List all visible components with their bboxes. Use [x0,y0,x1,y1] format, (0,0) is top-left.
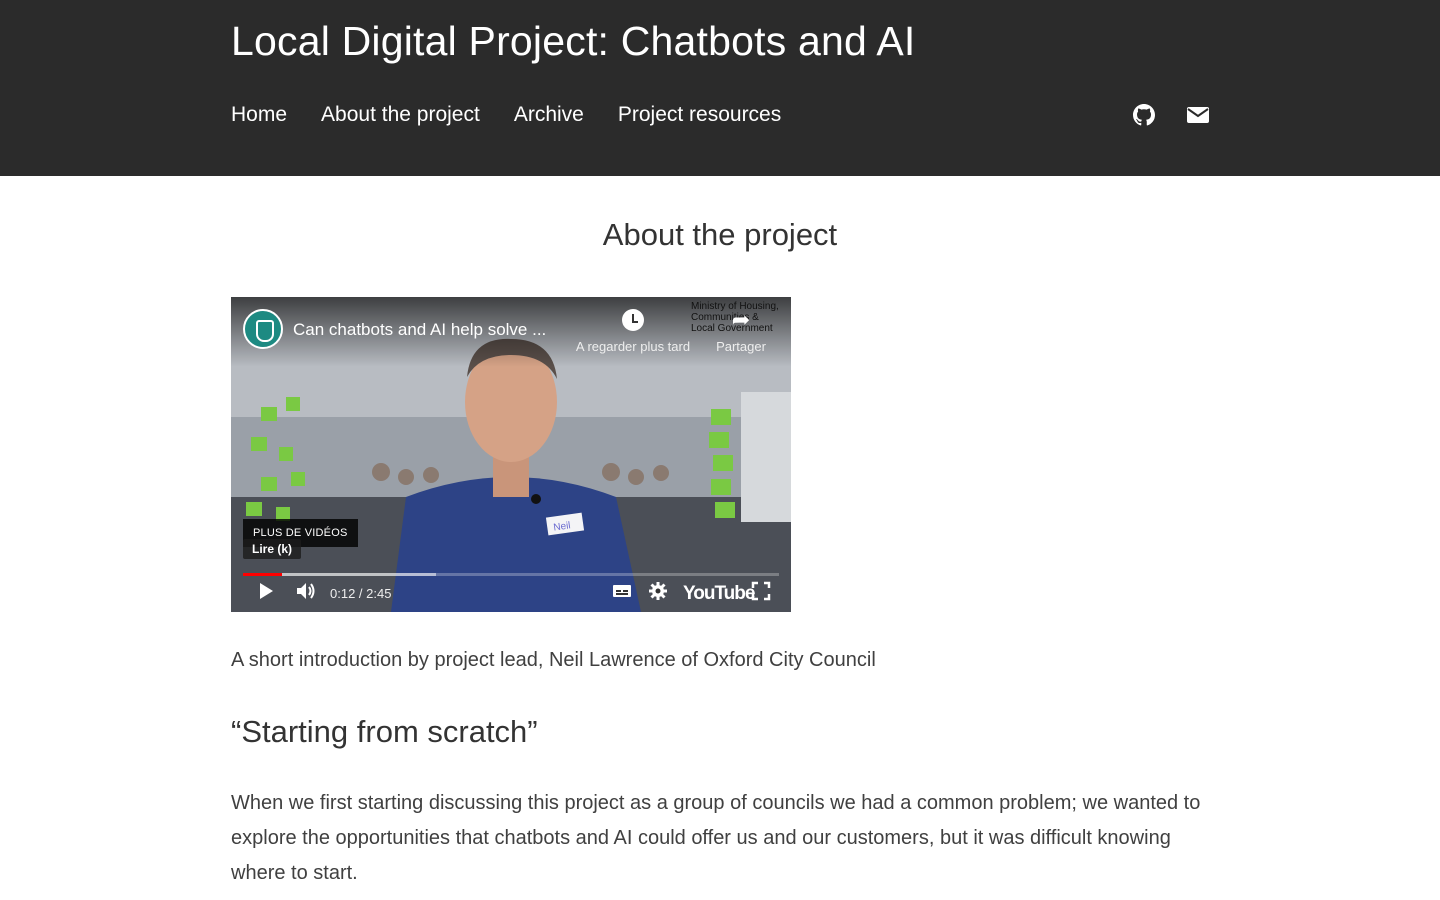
body-paragraph: When we first starting discussing this p… [231,792,1201,884]
fullscreen-icon[interactable] [751,581,771,606]
channel-logo[interactable] [243,309,283,349]
video-title[interactable]: Can chatbots and AI help solve ... [293,320,546,340]
youtube-logo[interactable]: YouTube [683,583,755,605]
settings-gear-icon[interactable] [648,581,668,606]
nav-item-home[interactable]: Home [231,103,287,127]
social-icons [1133,104,1209,126]
nav-item-project-resources[interactable]: Project resources [618,103,781,127]
video-caption: A short introduction by project lead, Ne… [231,649,876,671]
subtitles-icon[interactable] [612,581,632,606]
time-display: 0:12 / 2:45 [330,586,392,601]
share-icon: ➦ [731,307,751,332]
clock-icon [622,309,644,331]
nav-item-about[interactable]: About the project [321,103,480,127]
share-label: Partager [716,339,766,354]
play-icon[interactable] [257,581,275,606]
watch-later-label: A regarder plus tard [575,339,691,354]
player-controls: 0:12 / 2:45 YouTube [231,579,791,609]
page-title: About the project [602,217,838,252]
section-title: “Starting from scratch” [231,714,538,749]
share-button[interactable]: ➦ Partager [711,307,771,355]
progress-bar[interactable] [243,573,779,576]
nav-item-archive[interactable]: Archive [514,103,584,127]
envelope-icon[interactable] [1187,104,1209,126]
watch-later-button[interactable]: A regarder plus tard [571,309,695,354]
site-header: Local Digital Project: Chatbots and AI H… [0,0,1440,176]
video-player[interactable]: Neil Can chatbots and AI help solve ... … [231,297,791,612]
volume-icon[interactable] [295,581,317,606]
site-title[interactable]: Local Digital Project: Chatbots and AI [231,18,915,65]
main-nav: Home About the project Archive Project r… [231,103,781,127]
progress-played [243,573,283,576]
play-tooltip: Lire (k) [243,539,302,559]
github-icon[interactable] [1133,104,1155,126]
